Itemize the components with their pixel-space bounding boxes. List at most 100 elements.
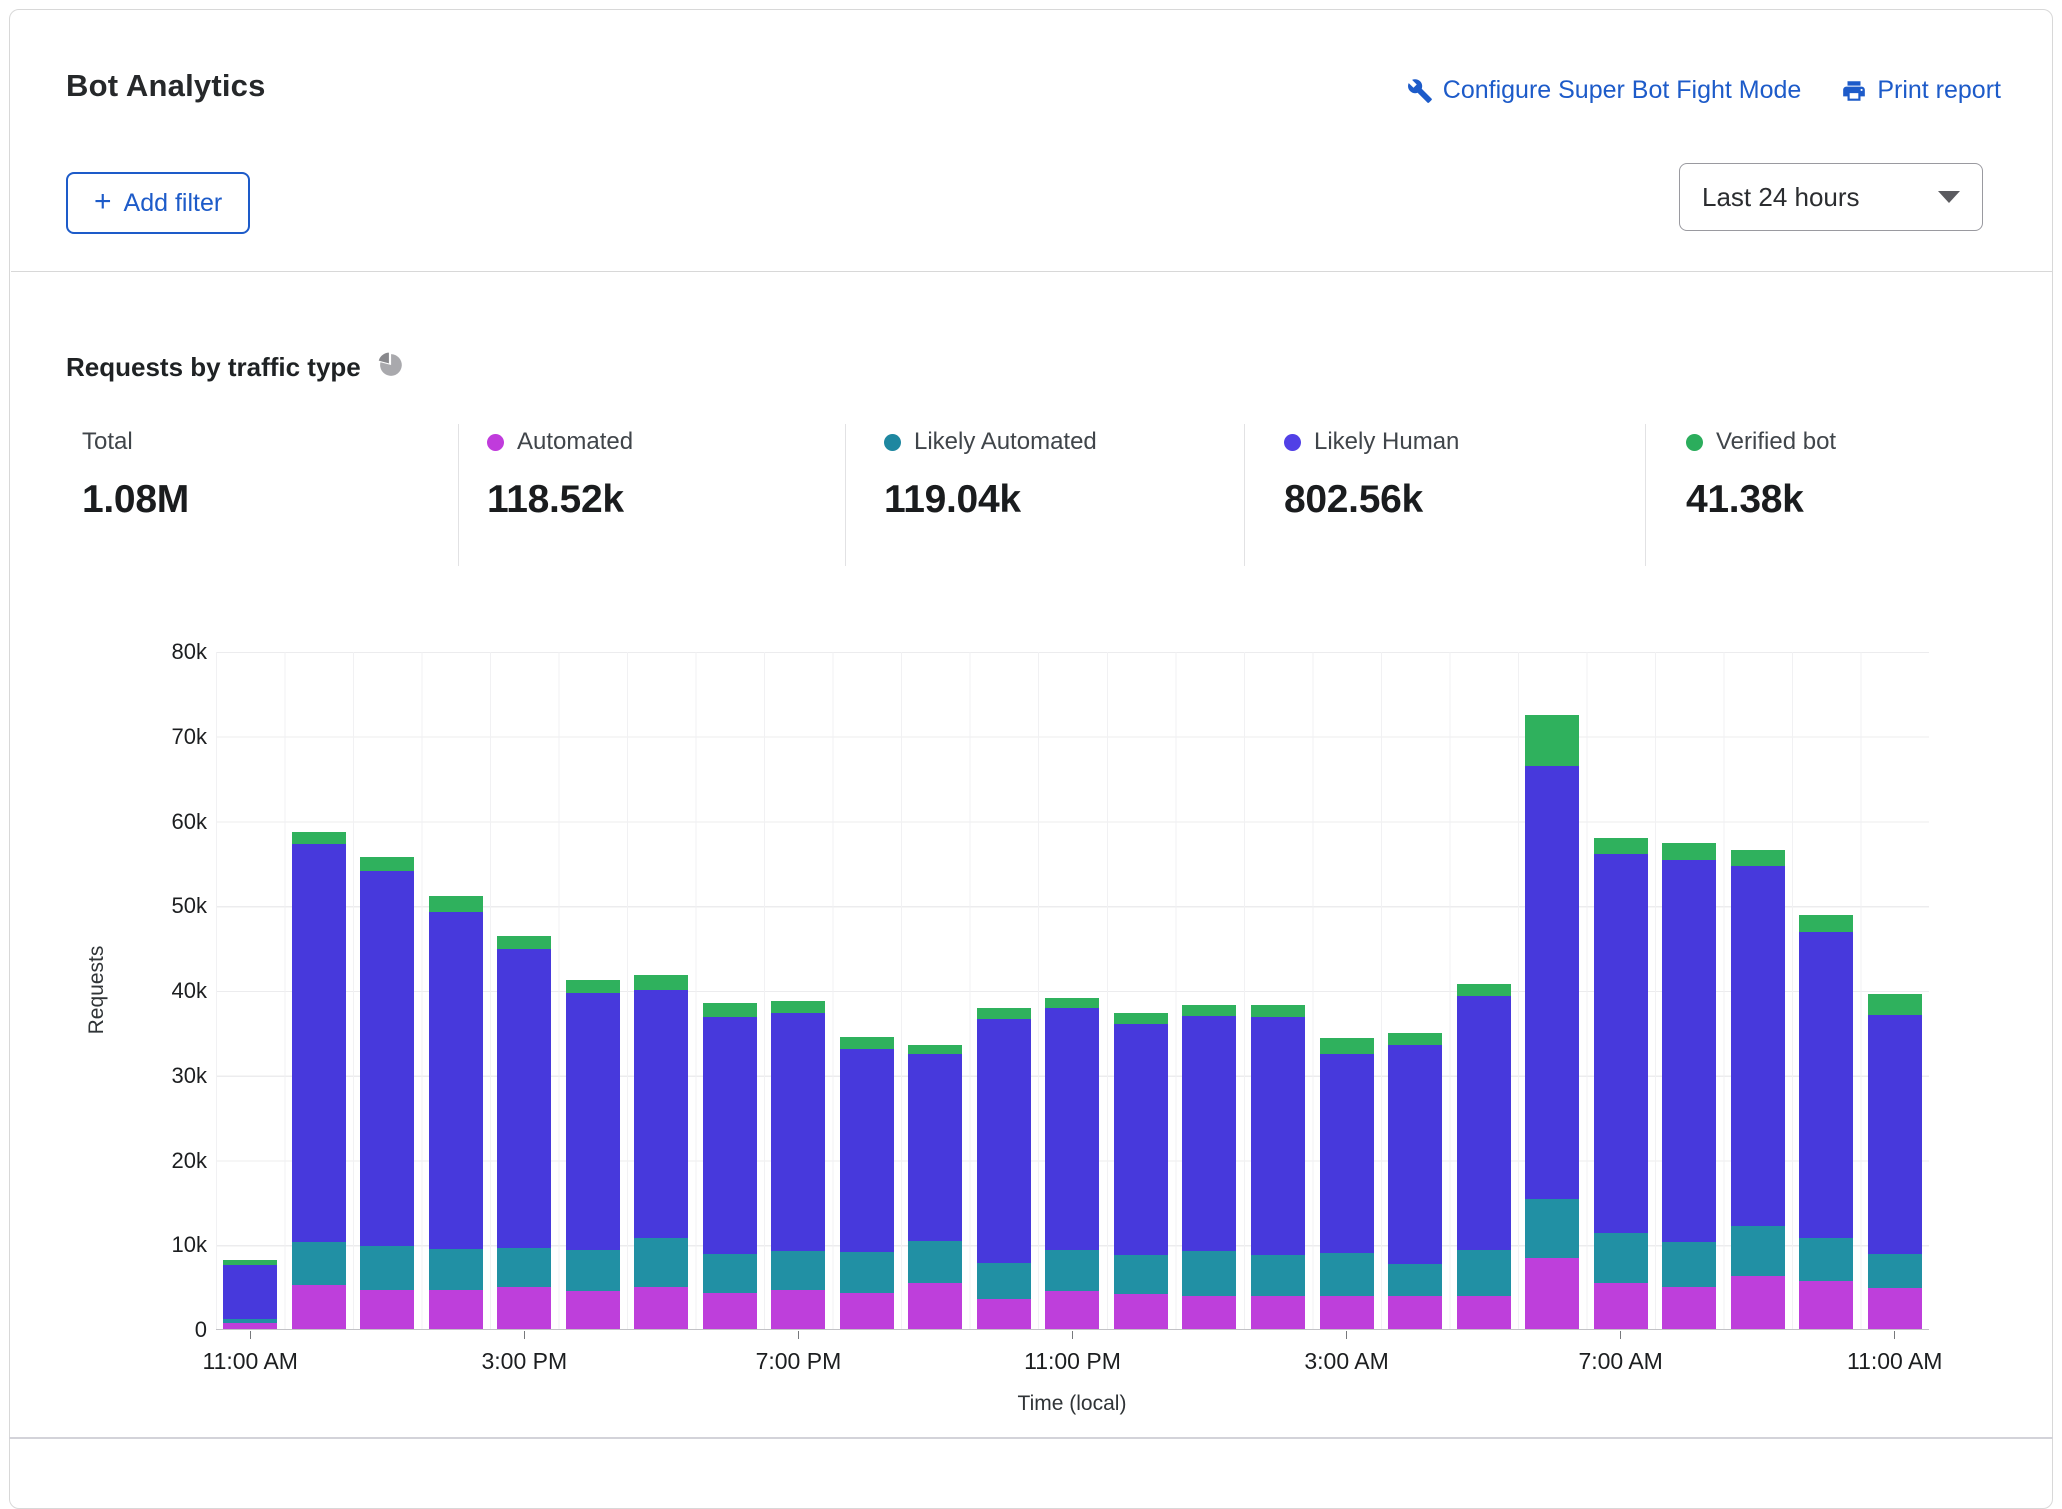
bar-slot[interactable] <box>1860 652 1929 1329</box>
bar-segment-likely-automated[interactable] <box>1594 1233 1648 1283</box>
bar-segment-likely-automated[interactable] <box>908 1241 962 1283</box>
bar-segment-verified-bot[interactable] <box>360 857 414 871</box>
stacked-bar[interactable] <box>292 832 346 1329</box>
bar-segment-likely-automated[interactable] <box>1320 1253 1374 1296</box>
stacked-bar[interactable] <box>360 857 414 1329</box>
bar-slot[interactable] <box>764 652 833 1329</box>
bar-segment-likely-human[interactable] <box>771 1013 825 1251</box>
bar-segment-likely-human[interactable] <box>1594 854 1648 1234</box>
bar-segment-likely-human[interactable] <box>634 990 688 1238</box>
bar-segment-verified-bot[interactable] <box>1114 1013 1168 1024</box>
bar-segment-likely-automated[interactable] <box>292 1242 346 1285</box>
stacked-bar[interactable] <box>1182 1005 1236 1329</box>
bar-slot[interactable] <box>216 652 285 1329</box>
bar-segment-verified-bot[interactable] <box>1594 838 1648 853</box>
bar-slot[interactable] <box>285 652 354 1329</box>
bar-segment-likely-automated[interactable] <box>1045 1250 1099 1291</box>
bar-segment-verified-bot[interactable] <box>497 936 551 950</box>
stacked-bar[interactable] <box>703 1003 757 1329</box>
bar-segment-automated[interactable] <box>1045 1291 1099 1329</box>
bar-segment-verified-bot[interactable] <box>1251 1005 1305 1017</box>
stacked-bar[interactable] <box>223 1260 277 1329</box>
bar-segment-automated[interactable] <box>1388 1296 1442 1329</box>
bar-segment-likely-automated[interactable] <box>1868 1254 1922 1289</box>
bar-segment-automated[interactable] <box>840 1293 894 1329</box>
bar-slot[interactable] <box>901 652 970 1329</box>
stacked-bar[interactable] <box>1731 850 1785 1329</box>
bar-segment-likely-human[interactable] <box>1662 860 1716 1242</box>
bar-slot[interactable] <box>1586 652 1655 1329</box>
stacked-bar[interactable] <box>1388 1033 1442 1329</box>
bar-segment-likely-human[interactable] <box>977 1019 1031 1263</box>
bar-segment-automated[interactable] <box>1251 1296 1305 1329</box>
bar-segment-verified-bot[interactable] <box>429 896 483 912</box>
bar-segment-verified-bot[interactable] <box>566 980 620 994</box>
bar-segment-likely-automated[interactable] <box>566 1250 620 1291</box>
bar-segment-likely-human[interactable] <box>1114 1024 1168 1255</box>
bar-segment-verified-bot[interactable] <box>1868 994 1922 1015</box>
bar-segment-likely-automated[interactable] <box>429 1249 483 1290</box>
bar-segment-automated[interactable] <box>566 1291 620 1329</box>
bar-slot[interactable] <box>1518 652 1587 1329</box>
bar-segment-likely-human[interactable] <box>1045 1008 1099 1250</box>
bar-slot[interactable] <box>1038 652 1107 1329</box>
bar-segment-verified-bot[interactable] <box>292 832 346 844</box>
bar-segment-automated[interactable] <box>1320 1296 1374 1329</box>
bar-segment-likely-automated[interactable] <box>703 1254 757 1293</box>
bar-segment-verified-bot[interactable] <box>771 1001 825 1013</box>
bar-segment-automated[interactable] <box>703 1293 757 1329</box>
bar-segment-likely-automated[interactable] <box>1182 1251 1236 1296</box>
bar-segment-verified-bot[interactable] <box>1388 1033 1442 1045</box>
bar-slot[interactable] <box>559 652 628 1329</box>
stacked-bar[interactable] <box>1868 994 1922 1329</box>
configure-super-bot-fight-mode-link[interactable]: Configure Super Bot Fight Mode <box>1407 76 1802 105</box>
stacked-bar[interactable] <box>1594 838 1648 1329</box>
stacked-bar[interactable] <box>1457 984 1511 1329</box>
bar-slot[interactable] <box>1175 652 1244 1329</box>
bar-segment-likely-automated[interactable] <box>497 1248 551 1288</box>
bar-segment-likely-automated[interactable] <box>1457 1250 1511 1296</box>
bar-segment-likely-human[interactable] <box>840 1049 894 1252</box>
bar-segment-likely-human[interactable] <box>1388 1045 1442 1264</box>
bar-segment-likely-human[interactable] <box>429 912 483 1249</box>
stacked-bar[interactable] <box>634 975 688 1329</box>
stacked-bar[interactable] <box>566 980 620 1329</box>
bar-slot[interactable] <box>353 652 422 1329</box>
bar-segment-likely-automated[interactable] <box>360 1246 414 1290</box>
bar-segment-automated[interactable] <box>223 1323 277 1329</box>
bar-slot[interactable] <box>833 652 902 1329</box>
bar-segment-likely-human[interactable] <box>223 1265 277 1319</box>
bar-segment-likely-automated[interactable] <box>1251 1255 1305 1296</box>
bar-segment-verified-bot[interactable] <box>908 1045 962 1054</box>
bar-segment-likely-automated[interactable] <box>1799 1238 1853 1280</box>
bar-segment-likely-automated[interactable] <box>771 1251 825 1290</box>
bar-segment-verified-bot[interactable] <box>634 975 688 990</box>
bar-segment-likely-human[interactable] <box>1799 932 1853 1238</box>
bar-segment-likely-human[interactable] <box>360 871 414 1246</box>
bar-segment-verified-bot[interactable] <box>840 1037 894 1048</box>
bar-segment-verified-bot[interactable] <box>703 1003 757 1017</box>
bar-slot[interactable] <box>422 652 491 1329</box>
bar-segment-likely-human[interactable] <box>1525 766 1579 1198</box>
time-range-select[interactable]: Last 24 hours <box>1679 163 1983 231</box>
bar-segment-automated[interactable] <box>1731 1276 1785 1329</box>
stacked-bar[interactable] <box>840 1037 894 1329</box>
print-report-link[interactable]: Print report <box>1841 76 2001 105</box>
bar-segment-verified-bot[interactable] <box>1182 1005 1236 1016</box>
bar-slot[interactable] <box>1107 652 1176 1329</box>
bar-segment-likely-human[interactable] <box>1182 1016 1236 1251</box>
bar-slot[interactable] <box>1312 652 1381 1329</box>
bar-segment-automated[interactable] <box>1525 1258 1579 1329</box>
bar-segment-automated[interactable] <box>360 1290 414 1329</box>
stacked-bar[interactable] <box>1045 998 1099 1329</box>
bar-segment-automated[interactable] <box>292 1285 346 1329</box>
bar-segment-likely-automated[interactable] <box>1388 1264 1442 1296</box>
bar-segment-automated[interactable] <box>497 1287 551 1329</box>
stacked-bar[interactable] <box>1525 715 1579 1329</box>
bar-segment-verified-bot[interactable] <box>1045 998 1099 1008</box>
stacked-bar[interactable] <box>1251 1005 1305 1329</box>
bar-segment-automated[interactable] <box>429 1290 483 1329</box>
bar-segment-likely-human[interactable] <box>1320 1054 1374 1252</box>
bar-segment-likely-human[interactable] <box>566 993 620 1250</box>
stacked-bar[interactable] <box>977 1008 1031 1329</box>
